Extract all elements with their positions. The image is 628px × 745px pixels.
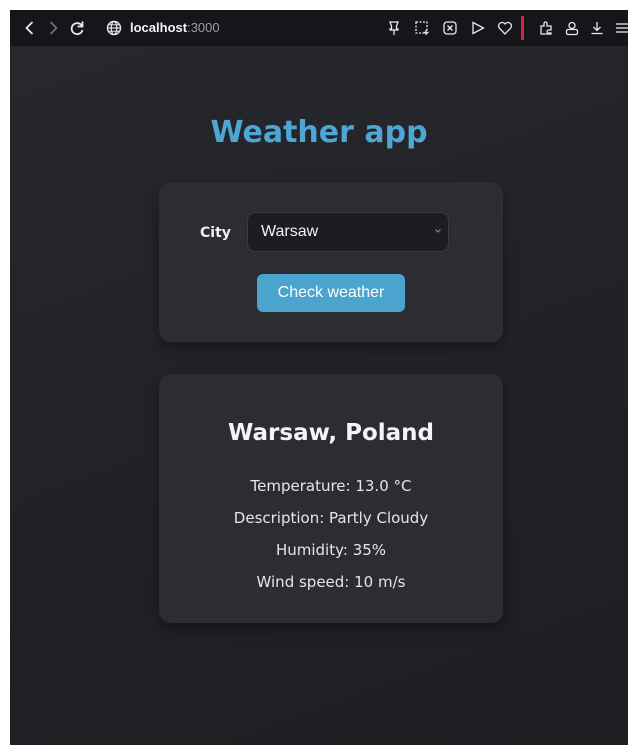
- play-icon[interactable]: [470, 20, 486, 36]
- pin-icon[interactable]: [386, 20, 402, 36]
- toolbar-divider: [521, 16, 524, 40]
- url-host: localhost: [130, 20, 188, 35]
- city-select-value: Warsaw: [261, 223, 319, 240]
- back-button[interactable]: [20, 18, 40, 38]
- reload-button[interactable]: [67, 18, 87, 38]
- chevron-down-icon: [435, 229, 441, 233]
- result-temperature: Temperature: 13.0 °C: [250, 477, 412, 495]
- globe-icon: [106, 20, 122, 36]
- download-icon[interactable]: [589, 20, 605, 36]
- reload-icon: [70, 21, 84, 36]
- shield-icon[interactable]: [442, 20, 458, 36]
- result-location: Warsaw, Poland: [227, 420, 435, 446]
- result-wind-speed: Wind speed: 10 m/s: [256, 573, 406, 591]
- forward-button[interactable]: [43, 18, 63, 38]
- extensions-icon[interactable]: [538, 20, 554, 36]
- city-form-card: City Warsaw Check weather: [159, 182, 503, 342]
- address-bar[interactable]: localhost:3000: [130, 19, 220, 37]
- page-title: Weather app: [210, 115, 428, 150]
- browser-toolbar: localhost:3000: [10, 10, 628, 46]
- heart-icon[interactable]: [497, 20, 513, 36]
- url-port: :3000: [187, 20, 220, 35]
- page-content: Weather app City Warsaw Check weather Wa…: [10, 46, 628, 745]
- check-weather-button[interactable]: Check weather: [257, 274, 405, 312]
- screenshot-icon[interactable]: [414, 20, 430, 36]
- result-humidity: Humidity: 35%: [275, 541, 387, 559]
- city-label: City: [200, 225, 231, 241]
- weather-result-card: Warsaw, Poland Temperature: 13.0 °C Desc…: [159, 374, 503, 623]
- browser-window: localhost:3000 Weather app City Warsaw C…: [10, 10, 628, 745]
- city-select[interactable]: Warsaw: [247, 212, 449, 252]
- chevron-right-icon: [49, 21, 58, 35]
- account-icon[interactable]: [564, 20, 580, 36]
- chevron-left-icon: [25, 21, 34, 35]
- result-description: Description: Partly Cloudy: [233, 509, 429, 527]
- menu-icon[interactable]: [614, 20, 628, 36]
